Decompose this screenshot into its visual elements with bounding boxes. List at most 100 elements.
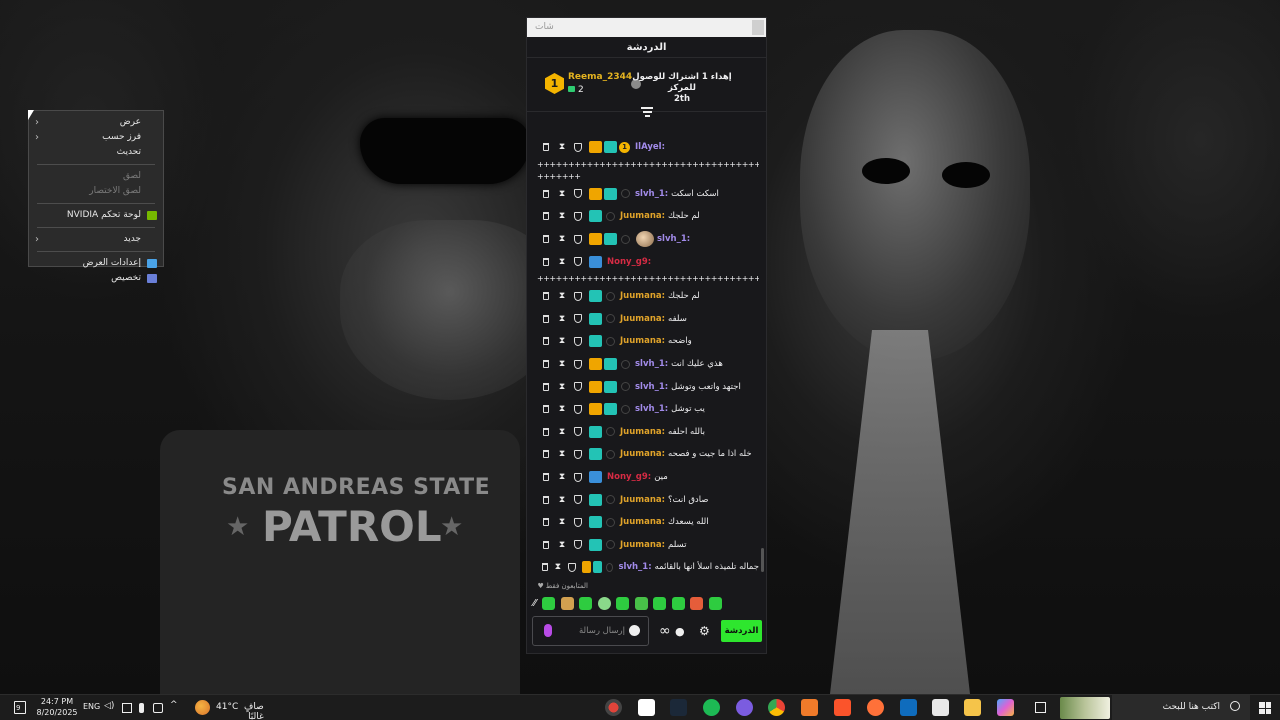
weather-temperature[interactable]: 41°C [216, 702, 238, 712]
emote-icon[interactable] [690, 597, 704, 610]
clock[interactable]: 24:7 PM 8/20/2025 [34, 696, 80, 718]
store-icon[interactable] [932, 699, 949, 716]
camera-icon[interactable] [153, 703, 163, 713]
gift-leaderboard[interactable]: 1 Reema_2344 2 إهداء 1 اشتراك للوصول للم… [527, 58, 766, 112]
shield-icon[interactable] [573, 495, 583, 505]
message-username[interactable]: Juumana: [620, 314, 665, 324]
hourglass-icon[interactable]: ⧗ [557, 449, 567, 459]
hourglass-icon[interactable]: ⧗ [557, 359, 567, 369]
shield-icon[interactable] [573, 517, 583, 527]
discord-icon[interactable] [736, 699, 753, 716]
hourglass-icon[interactable]: ⧗ [554, 562, 561, 572]
trash-icon[interactable] [541, 540, 551, 550]
chat-message[interactable]: ⧗ slvh_1: جماله تلميذه اسلأ انها بالقائمه [527, 556, 759, 576]
chat-message[interactable]: ⧗ Juumana: تسلم [527, 534, 759, 557]
ctx-item-view[interactable]: ‹ عرض [29, 115, 163, 130]
hourglass-icon[interactable]: ⧗ [557, 291, 567, 301]
shield-icon[interactable] [573, 540, 583, 550]
message-input[interactable] [553, 623, 625, 639]
weather-icon[interactable] [195, 700, 210, 715]
emote-icon[interactable] [708, 597, 722, 610]
message-username[interactable]: Juumana: [620, 427, 665, 437]
message-username[interactable]: slvh_1: [657, 234, 690, 244]
points-icon[interactable]: ● [675, 625, 685, 638]
emote-icon[interactable] [579, 597, 593, 610]
shield-icon[interactable] [573, 234, 583, 244]
chat-message[interactable]: ⧗ 1 IlAyel: [527, 136, 759, 159]
app-icon-recorder[interactable] [605, 699, 622, 716]
task-view-icon[interactable] [1035, 702, 1046, 713]
shield-icon[interactable] [573, 336, 583, 346]
emote-icon[interactable] [653, 597, 667, 610]
trash-icon[interactable] [541, 562, 548, 572]
hourglass-icon[interactable]: ⧗ [557, 495, 567, 505]
app-icon-a[interactable] [801, 699, 818, 716]
hourglass-icon[interactable]: ⧗ [557, 472, 567, 482]
app-icon-sheet[interactable] [638, 699, 655, 716]
chevron-up-icon[interactable]: ^ [170, 700, 180, 710]
chat-scrollbar[interactable] [761, 548, 764, 572]
trash-icon[interactable] [541, 495, 551, 505]
shield-icon[interactable] [573, 291, 583, 301]
chat-message[interactable]: ⧗ Juumana: سلفه [527, 308, 759, 331]
chat-message[interactable]: ⧗ slvh_1: اجتهد واتعب وتوشل [527, 375, 759, 398]
microphone-icon[interactable] [544, 624, 552, 637]
message-username[interactable]: Juumana: [620, 291, 665, 301]
windows-start-icon[interactable] [1259, 702, 1271, 714]
weather-description[interactable]: صافٍ غالبًا [244, 702, 264, 720]
message-username[interactable]: Nony_g9: [607, 257, 651, 267]
chat-message[interactable]: ⧗ Juumana: واضحه [527, 330, 759, 353]
hourglass-icon[interactable]: ⧗ [557, 382, 567, 392]
trash-icon[interactable] [541, 314, 551, 324]
emote-icon[interactable] [671, 597, 685, 610]
chat-send-button[interactable]: الدردشة [721, 620, 762, 642]
shield-icon[interactable] [573, 189, 583, 199]
copilot-icon[interactable] [997, 699, 1014, 716]
brave-icon[interactable] [834, 699, 851, 716]
chat-message[interactable]: ⧗ slvh_1: هذي عليك انت [527, 353, 759, 376]
message-username[interactable]: slvh_1: [635, 382, 668, 392]
microphone-tray-icon[interactable] [139, 703, 144, 713]
trash-icon[interactable] [541, 427, 551, 437]
emoji-icon[interactable] [629, 625, 640, 636]
shield-icon[interactable] [573, 257, 583, 267]
message-username[interactable]: IlAyel: [635, 142, 665, 152]
hourglass-icon[interactable]: ⧗ [557, 336, 567, 346]
message-input-box[interactable] [532, 616, 649, 646]
shield-icon[interactable] [567, 562, 576, 572]
chat-message[interactable]: ⧗ slvh_1: يب توشل [527, 398, 759, 421]
hourglass-icon[interactable]: ⧗ [557, 142, 567, 152]
trash-icon[interactable] [541, 359, 551, 369]
shield-icon[interactable] [573, 382, 583, 392]
shield-icon[interactable] [573, 427, 583, 437]
ctx-item-display-settings[interactable]: إعدادات العرض [29, 256, 163, 271]
trash-icon[interactable] [541, 404, 551, 414]
trash-icon[interactable] [541, 291, 551, 301]
hourglass-icon[interactable]: ⧗ [557, 517, 567, 527]
trash-icon[interactable] [541, 257, 551, 267]
hourglass-icon[interactable]: ⧗ [557, 427, 567, 437]
chat-message[interactable]: ⧗ Juumana: الله يسعدك [527, 511, 759, 534]
hourglass-icon[interactable]: ⧗ [557, 211, 567, 221]
emote-icon[interactable] [634, 597, 648, 610]
chat-message[interactable]: ⧗ Juumana: بالله احلفه [527, 421, 759, 444]
trash-icon[interactable] [541, 336, 551, 346]
emote-picker-icon[interactable]: ⁄⁄ [533, 598, 536, 609]
trash-icon[interactable] [541, 189, 551, 199]
emote-icon[interactable] [616, 597, 630, 610]
ctx-item-new[interactable]: ‹ جديد [29, 232, 163, 247]
message-username[interactable]: Juumana: [620, 336, 665, 346]
message-username[interactable]: Juumana: [620, 449, 665, 459]
hourglass-icon[interactable]: ⧗ [557, 189, 567, 199]
chat-message[interactable]: ⧗ Nony_g9: مين [527, 466, 759, 489]
message-username[interactable]: Juumana: [620, 540, 665, 550]
emote-icon[interactable] [597, 597, 611, 610]
message-username[interactable]: slvh_1: [635, 359, 668, 369]
trash-icon[interactable] [541, 211, 551, 221]
outlook-icon[interactable] [900, 699, 917, 716]
shield-icon[interactable] [573, 359, 583, 369]
hourglass-icon[interactable]: ⧗ [557, 234, 567, 244]
steam-icon[interactable] [670, 699, 687, 716]
ctx-item-personalize[interactable]: تخصيص [29, 271, 163, 286]
spotify-icon[interactable] [703, 699, 720, 716]
